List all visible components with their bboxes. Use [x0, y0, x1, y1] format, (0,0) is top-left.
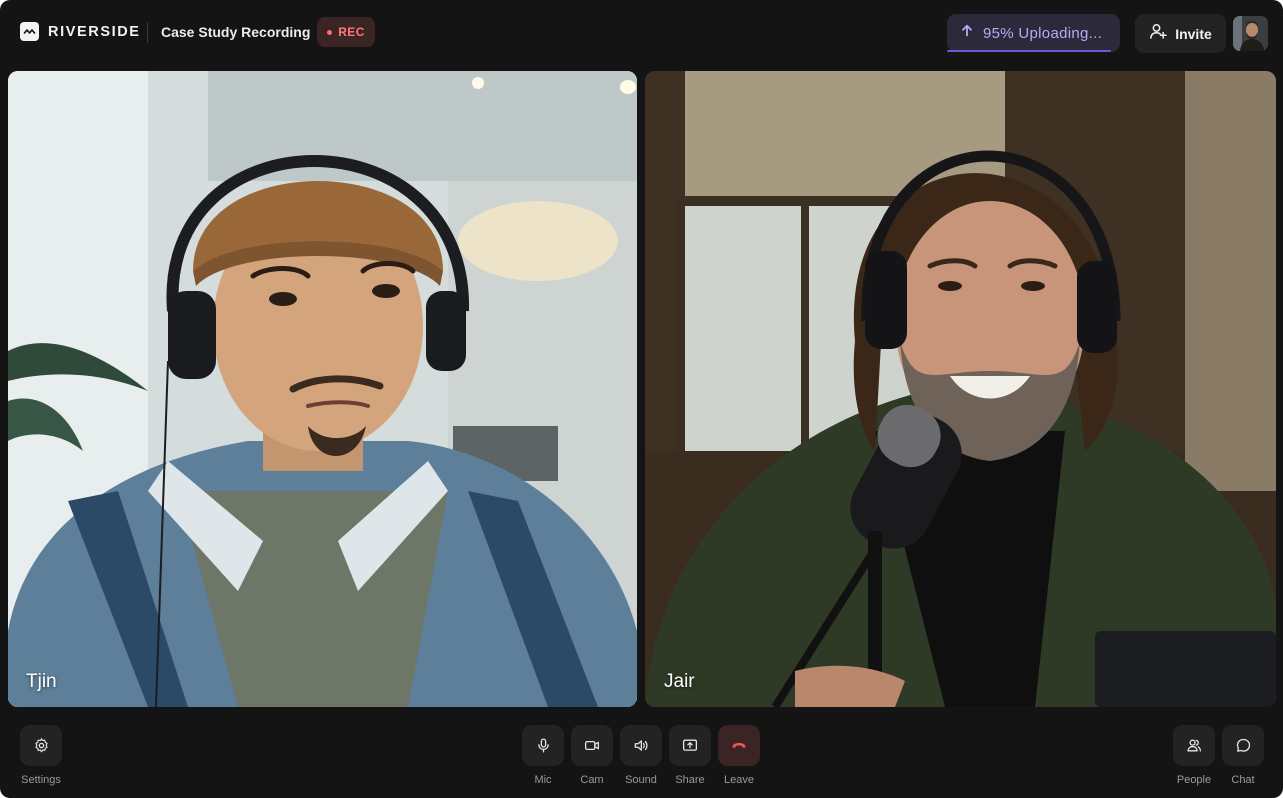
participant-name-right: Jair: [664, 671, 695, 692]
riverside-logo-icon: [20, 22, 39, 41]
people-icon: [1185, 737, 1203, 754]
brand-name: RIVERSIDE: [48, 23, 141, 40]
invite-label: Invite: [1175, 25, 1212, 42]
share-screen-icon: [681, 737, 699, 754]
participant-video-right: [645, 71, 1276, 707]
user-avatar[interactable]: [1233, 16, 1268, 51]
upload-status-text: 95% Uploading...: [983, 24, 1103, 42]
recording-badge: REC: [317, 17, 375, 47]
sound-button[interactable]: [620, 725, 662, 766]
gear-icon: [33, 737, 50, 754]
recording-label: REC: [338, 25, 365, 39]
microphone-icon: [535, 737, 552, 754]
top-bar: RIVERSIDE Case Study Recording REC 95% U…: [0, 0, 1283, 66]
chat-label: Chat: [1231, 774, 1255, 786]
people-button[interactable]: [1173, 725, 1215, 766]
upload-progress-bar: [947, 50, 1112, 52]
hang-up-icon: [729, 737, 749, 754]
share-screen-button[interactable]: [669, 725, 711, 766]
upload-arrow-icon: [961, 24, 973, 42]
participant-video-left: [8, 71, 637, 707]
settings-label: Settings: [21, 774, 61, 786]
leave-label: Leave: [724, 774, 754, 786]
leave-button[interactable]: [718, 725, 760, 766]
chat-control: Chat: [1222, 725, 1264, 786]
chat-bubble-icon: [1235, 737, 1252, 754]
participant-tile-left: Tjin: [8, 71, 637, 707]
speaker-icon: [632, 737, 650, 754]
video-camera-icon: [583, 737, 601, 754]
recording-dot-icon: [327, 29, 333, 35]
participant-tile-right: Jair: [645, 71, 1276, 707]
invite-button[interactable]: Invite: [1135, 14, 1226, 53]
camera-button[interactable]: [571, 725, 613, 766]
project-title: Case Study Recording: [161, 24, 311, 40]
brand-logo[interactable]: RIVERSIDE: [20, 22, 141, 41]
app-window: RIVERSIDE Case Study Recording REC 95% U…: [0, 0, 1283, 798]
upload-status[interactable]: 95% Uploading...: [947, 14, 1120, 52]
mic-button[interactable]: [522, 725, 564, 766]
header-divider: [147, 22, 148, 43]
chat-button[interactable]: [1222, 725, 1264, 766]
leave-control: Leave: [718, 725, 760, 786]
settings-button[interactable]: [20, 725, 62, 766]
participant-name-left: Tjin: [26, 671, 57, 692]
add-user-icon: [1149, 22, 1167, 45]
settings-control: Settings: [20, 725, 62, 786]
